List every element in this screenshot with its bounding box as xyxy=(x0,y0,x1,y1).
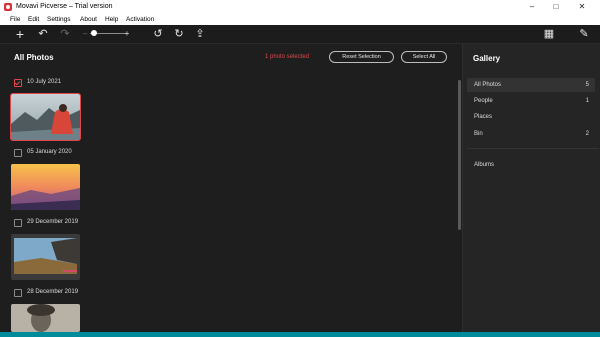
select-all-button[interactable]: Select All xyxy=(401,51,447,63)
sidebar-item-label: Places xyxy=(474,114,493,120)
window-title: Movavi Picverse – Trial version xyxy=(16,3,113,10)
rotate-left-icon[interactable]: ↺ xyxy=(151,27,165,41)
group-checkbox[interactable] xyxy=(14,79,22,87)
sidebar-item-count: 1 xyxy=(585,98,589,104)
undo-icon[interactable]: ↶ xyxy=(36,27,50,41)
photo-thumbnail[interactable] xyxy=(11,304,80,332)
app-window: Movavi Picverse – Trial version – □ ✕ Fi… xyxy=(0,0,600,332)
sidebar-item-people[interactable]: People 1 xyxy=(467,94,595,108)
sidebar-item-label: Albums xyxy=(474,162,495,168)
add-icon[interactable]: + xyxy=(13,27,27,41)
menu-settings[interactable]: Settings xyxy=(47,16,71,23)
maximize-button[interactable]: □ xyxy=(546,1,566,13)
rotate-right-icon[interactable]: ↻ xyxy=(172,27,186,41)
app-logo-icon xyxy=(4,3,12,11)
group-checkbox[interactable] xyxy=(14,289,22,297)
gallery-sidebar: Gallery All Photos 5 People 1 Places Bin… xyxy=(462,44,600,332)
scrollbar-thumb[interactable] xyxy=(458,80,461,230)
group-date: 10 July 2021 xyxy=(27,79,62,85)
menu-about[interactable]: About xyxy=(80,16,97,23)
sidebar-item-places[interactable]: Places xyxy=(467,110,595,124)
group-date: 29 December 2019 xyxy=(27,219,79,225)
toolbar: + ↶ ↷ – + ↺ ↻ ⇪ ▦ ✎ xyxy=(0,25,600,44)
photo-grid-panel: All Photos 1 photo selected Reset Select… xyxy=(0,44,462,332)
reset-selection-button[interactable]: Reset Selection xyxy=(329,51,394,63)
menu-activation[interactable]: Activation xyxy=(126,16,154,23)
sidebar-item-count: 5 xyxy=(585,82,589,88)
sidebar-item-all-photos[interactable]: All Photos 5 xyxy=(467,78,595,92)
menu-edit[interactable]: Edit xyxy=(28,16,39,23)
menu-file[interactable]: File xyxy=(10,16,20,23)
sidebar-divider xyxy=(467,148,599,149)
export-icon[interactable]: ⇪ xyxy=(193,27,207,41)
zoom-slider-handle[interactable] xyxy=(90,30,97,36)
sidebar-item-label: People xyxy=(474,98,493,104)
group-date: 28 December 2019 xyxy=(27,289,79,295)
sidebar-item-albums[interactable]: Albums xyxy=(467,158,595,172)
sidebar-item-count: 2 xyxy=(585,131,589,137)
zoom-in-icon[interactable]: + xyxy=(120,27,134,41)
page-title: All Photos xyxy=(14,53,54,62)
sidebar-title: Gallery xyxy=(473,54,501,63)
photo-thumbnail[interactable] xyxy=(11,164,80,210)
group-checkbox[interactable] xyxy=(14,219,22,227)
close-button[interactable]: ✕ xyxy=(572,1,592,13)
title-bar: Movavi Picverse – Trial version – □ ✕ xyxy=(0,0,600,14)
grid-view-icon[interactable]: ▦ xyxy=(542,27,556,41)
photo-thumbnail[interactable] xyxy=(11,234,80,280)
sidebar-item-label: Bin xyxy=(474,131,483,137)
photo-thumbnail[interactable] xyxy=(10,93,81,141)
selection-count: 1 photo selected xyxy=(265,54,310,60)
menu-help[interactable]: Help xyxy=(105,16,118,23)
group-date: 05 January 2020 xyxy=(27,149,72,155)
zoom-out-icon[interactable]: – xyxy=(78,27,92,41)
group-checkbox[interactable] xyxy=(14,149,22,157)
minimize-button[interactable]: – xyxy=(522,1,542,13)
redo-icon[interactable]: ↷ xyxy=(58,27,72,41)
edit-icon[interactable]: ✎ xyxy=(577,27,591,41)
sidebar-item-bin[interactable]: Bin 2 xyxy=(467,127,595,141)
sidebar-item-label: All Photos xyxy=(474,82,502,88)
